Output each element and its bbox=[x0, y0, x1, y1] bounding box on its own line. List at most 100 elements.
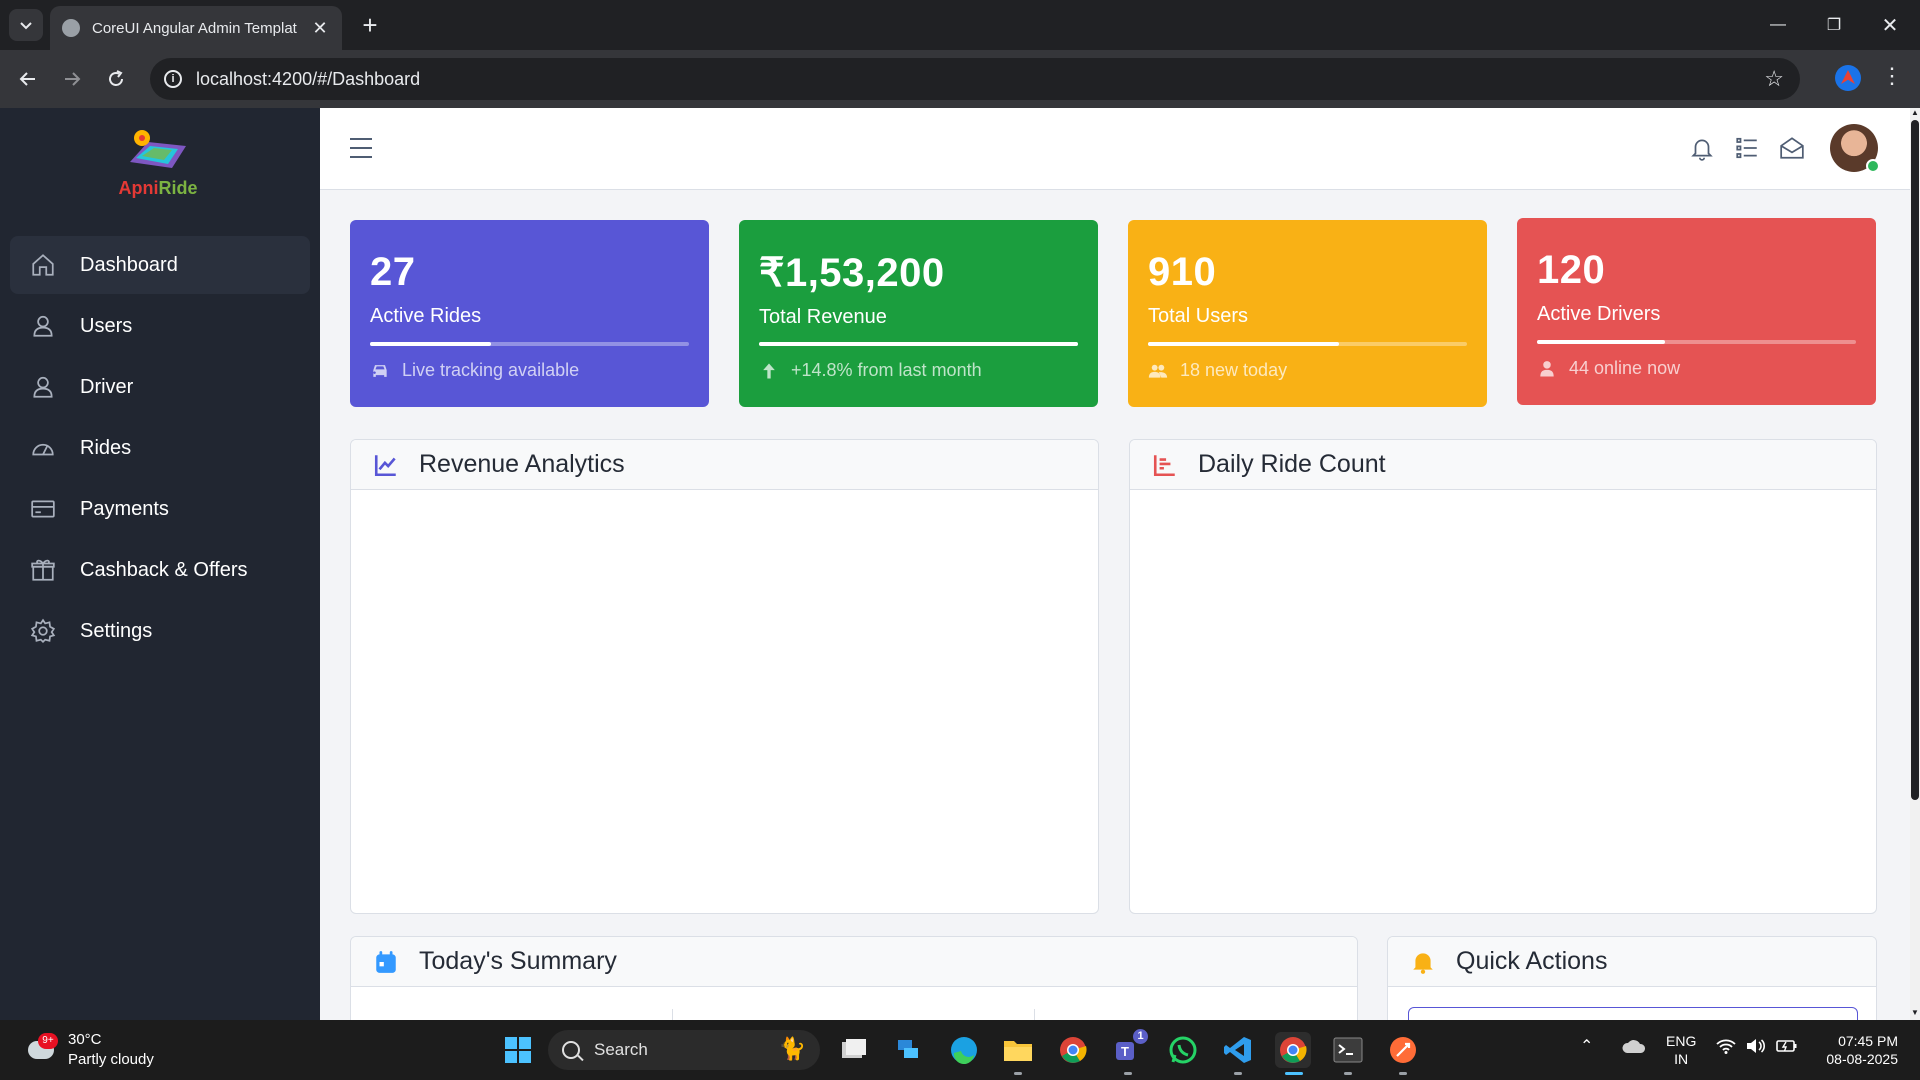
apniride-logo[interactable]: ApniRide bbox=[108, 128, 208, 208]
logo-text: ApniRide bbox=[118, 178, 198, 198]
stat-value: 27 bbox=[370, 250, 416, 294]
page-scrollbar[interactable]: ▲ ▼ bbox=[1910, 108, 1920, 1020]
minimize-button[interactable]: — bbox=[1750, 0, 1806, 50]
bookmark-star-icon[interactable]: ☆ bbox=[1764, 66, 1784, 92]
sidebar-item-cashback-offers[interactable]: Cashback & Offers bbox=[10, 541, 310, 599]
partly-cloudy-icon: 9+ bbox=[24, 1033, 58, 1065]
reload-icon bbox=[109, 70, 123, 86]
remote-desktop-icon[interactable] bbox=[890, 1032, 926, 1068]
forward-button[interactable] bbox=[56, 63, 88, 95]
revenue-analytics-panel: Revenue Analytics bbox=[350, 439, 1099, 914]
stat-progress bbox=[1537, 340, 1856, 344]
arrow-left-icon bbox=[19, 72, 35, 86]
sidebar-nav: Dashboard Users Driver Rides Payments Ca… bbox=[10, 236, 310, 663]
browser-profile-icon[interactable] bbox=[1835, 65, 1861, 91]
stat-value: 120 bbox=[1537, 248, 1606, 292]
clock-date: 08-08-2025 bbox=[1826, 1051, 1898, 1067]
stat-progress bbox=[759, 342, 1078, 346]
site-info-icon[interactable]: i bbox=[164, 70, 182, 88]
back-button[interactable] bbox=[12, 63, 44, 95]
postman-icon[interactable] bbox=[1385, 1032, 1421, 1068]
wifi-icon[interactable] bbox=[1716, 1038, 1736, 1058]
panel-header: Daily Ride Count bbox=[1130, 440, 1876, 490]
scroll-up-arrow[interactable]: ▲ bbox=[1910, 108, 1920, 117]
sidebar-item-users[interactable]: Users bbox=[10, 297, 310, 355]
terminal-icon[interactable] bbox=[1330, 1032, 1366, 1068]
search-icon bbox=[562, 1041, 580, 1059]
taskbar-search[interactable]: Search 🐈 bbox=[548, 1030, 820, 1070]
user-icon bbox=[30, 374, 56, 400]
panel-title: Today's Summary bbox=[419, 947, 617, 975]
teams-badge: 1 bbox=[1132, 1028, 1149, 1045]
edge-browser-icon[interactable] bbox=[946, 1032, 982, 1068]
quick-action-button[interactable] bbox=[1408, 1007, 1858, 1020]
onedrive-icon[interactable] bbox=[1622, 1038, 1646, 1058]
browser-menu-icon[interactable]: ⋮ bbox=[1880, 63, 1904, 89]
address-bar: i localhost:4200/#/Dashboard ☆ ⋮ bbox=[0, 50, 1920, 108]
file-explorer-icon[interactable] bbox=[1000, 1032, 1036, 1068]
summary-divider bbox=[672, 1009, 673, 1020]
avatar[interactable] bbox=[1830, 124, 1880, 173]
panel-title: Revenue Analytics bbox=[419, 450, 625, 478]
url-field[interactable]: i localhost:4200/#/Dashboard ☆ bbox=[150, 58, 1800, 100]
vscode-icon[interactable] bbox=[1220, 1032, 1256, 1068]
sidebar-item-label: Users bbox=[80, 314, 133, 337]
close-window-button[interactable]: ✕ bbox=[1862, 0, 1918, 50]
summary-divider bbox=[1034, 1009, 1035, 1020]
users-icon bbox=[1148, 361, 1168, 381]
sidebar-item-label: Settings bbox=[80, 619, 153, 642]
stat-value: ₹1,53,200 bbox=[759, 251, 945, 295]
menu-toggle-button[interactable] bbox=[350, 138, 372, 158]
panel-header: Quick Actions bbox=[1388, 937, 1876, 987]
browser-tab[interactable]: CoreUI Angular Admin Templat ✕ bbox=[50, 6, 342, 50]
envelope-open-icon[interactable] bbox=[1776, 132, 1808, 164]
user-icon bbox=[30, 313, 56, 339]
stat-subtext: Live tracking available bbox=[370, 360, 579, 381]
running-indicator bbox=[1344, 1072, 1352, 1075]
chrome-active-icon[interactable] bbox=[1275, 1032, 1311, 1068]
calendar-icon bbox=[373, 949, 399, 975]
reload-button[interactable] bbox=[100, 63, 132, 95]
close-tab-icon[interactable]: ✕ bbox=[310, 18, 330, 39]
sidebar-item-rides[interactable]: Rides bbox=[10, 419, 310, 477]
sidebar-item-dashboard[interactable]: Dashboard bbox=[10, 236, 310, 294]
stat-subtext: 44 online now bbox=[1537, 358, 1680, 379]
globe-icon bbox=[62, 19, 80, 37]
scroll-down-arrow[interactable]: ▼ bbox=[1910, 1008, 1920, 1017]
teams-icon[interactable]: T 1 bbox=[1110, 1028, 1149, 1068]
speedometer-icon bbox=[30, 435, 56, 461]
weather-widget[interactable]: 9+ 30°C Partly cloudy bbox=[24, 1030, 154, 1070]
sidebar-item-driver[interactable]: Driver bbox=[10, 358, 310, 416]
windows-start-icon[interactable] bbox=[500, 1032, 536, 1068]
svg-text:T: T bbox=[1121, 1044, 1129, 1059]
whatsapp-icon[interactable] bbox=[1165, 1032, 1201, 1068]
panel-title: Quick Actions bbox=[1456, 947, 1608, 975]
sidebar-item-settings[interactable]: Settings bbox=[10, 602, 310, 660]
clock[interactable]: 07:45 PM 08-08-2025 bbox=[1814, 1032, 1898, 1068]
language-indicator[interactable]: ENG IN bbox=[1666, 1032, 1696, 1068]
show-hidden-icons[interactable]: ⌃ bbox=[1580, 1038, 1593, 1056]
task-view-icon[interactable] bbox=[836, 1032, 872, 1068]
tab-search-button[interactable] bbox=[9, 9, 43, 41]
bell-icon[interactable] bbox=[1686, 132, 1718, 164]
restore-button[interactable]: ❐ bbox=[1806, 0, 1862, 50]
sidebar-item-label: Driver bbox=[80, 375, 134, 398]
browser-tab-bar: CoreUI Angular Admin Templat ✕ + — ❐ ✕ bbox=[0, 0, 1920, 50]
stat-label: Active Rides bbox=[370, 305, 482, 327]
chrome-icon[interactable] bbox=[1055, 1032, 1091, 1068]
car-icon bbox=[370, 361, 390, 381]
search-highlight-icon: 🐈 bbox=[778, 1036, 806, 1061]
panel-title: Daily Ride Count bbox=[1198, 450, 1386, 478]
new-tab-button[interactable]: + bbox=[355, 10, 385, 40]
scroll-thumb[interactable] bbox=[1911, 120, 1919, 800]
task-list-icon[interactable] bbox=[1731, 132, 1763, 164]
volume-icon[interactable] bbox=[1746, 1038, 1766, 1058]
sidebar-item-payments[interactable]: Payments bbox=[10, 480, 310, 538]
arrow-right-icon bbox=[65, 72, 81, 86]
app-header bbox=[320, 108, 1910, 190]
battery-icon[interactable] bbox=[1776, 1038, 1798, 1058]
panel-header: Today's Summary bbox=[351, 937, 1357, 987]
online-status-dot bbox=[1866, 159, 1880, 173]
stat-value: 910 bbox=[1148, 250, 1217, 294]
stat-label: Active Drivers bbox=[1537, 303, 1661, 325]
